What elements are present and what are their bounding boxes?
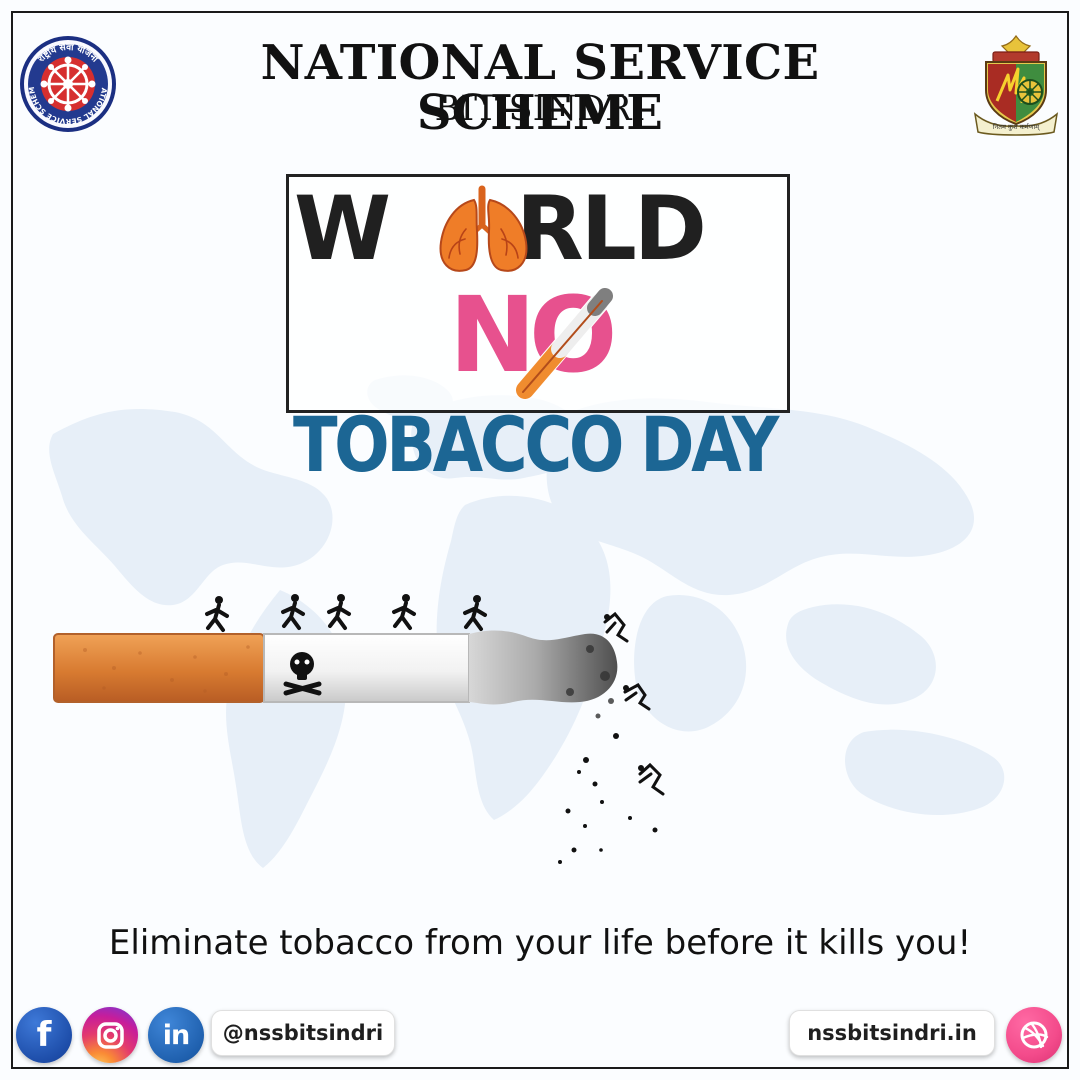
page-subtitle: BIT SINDRI: [434, 89, 646, 129]
college-motto: नितम कुश कर्मणाम्: [993, 123, 1040, 131]
world-title-rld: RLD: [516, 177, 707, 280]
nss-emblem-icon: राष्ट्रीय सेवा योजना NATIONAL SERVICE SC…: [18, 34, 116, 132]
header: राष्ट्रीय सेवा योजना NATIONAL SERVICE SC…: [0, 18, 1080, 139]
website-link[interactable]: nssbitsindri.in: [789, 1010, 995, 1056]
instagram-glyph-icon: [96, 1021, 124, 1049]
tobacco-day-title: TOBACCO DAY: [293, 400, 779, 489]
facebook-icon[interactable]: f: [16, 1007, 72, 1063]
linkedin-icon[interactable]: in: [148, 1007, 204, 1063]
no-smoking-cigarette-icon: [515, 288, 613, 400]
world-title-w: W: [294, 177, 391, 280]
dribbble-glyph-icon: [1020, 1021, 1049, 1049]
tagline: Eliminate tobacco from your life before …: [108, 923, 972, 963]
runner-silhouettes: [205, 594, 487, 632]
social-footer: f in @nssbitsindri nssbitsindri.in: [0, 1002, 1080, 1066]
burning-cigarette-illustration: [53, 594, 665, 864]
dribbble-icon[interactable]: [1006, 1007, 1062, 1063]
world-no-tobacco-day-poster: राष्ट्रीय सेवा योजना NATIONAL SERVICE SC…: [0, 0, 1080, 1080]
social-handle[interactable]: @nssbitsindri: [211, 1010, 395, 1056]
instagram-icon[interactable]: [82, 1007, 138, 1063]
college-crest-icon: नितम कुश कर्मणाम्: [973, 34, 1059, 136]
lungs-icon: [439, 185, 528, 272]
